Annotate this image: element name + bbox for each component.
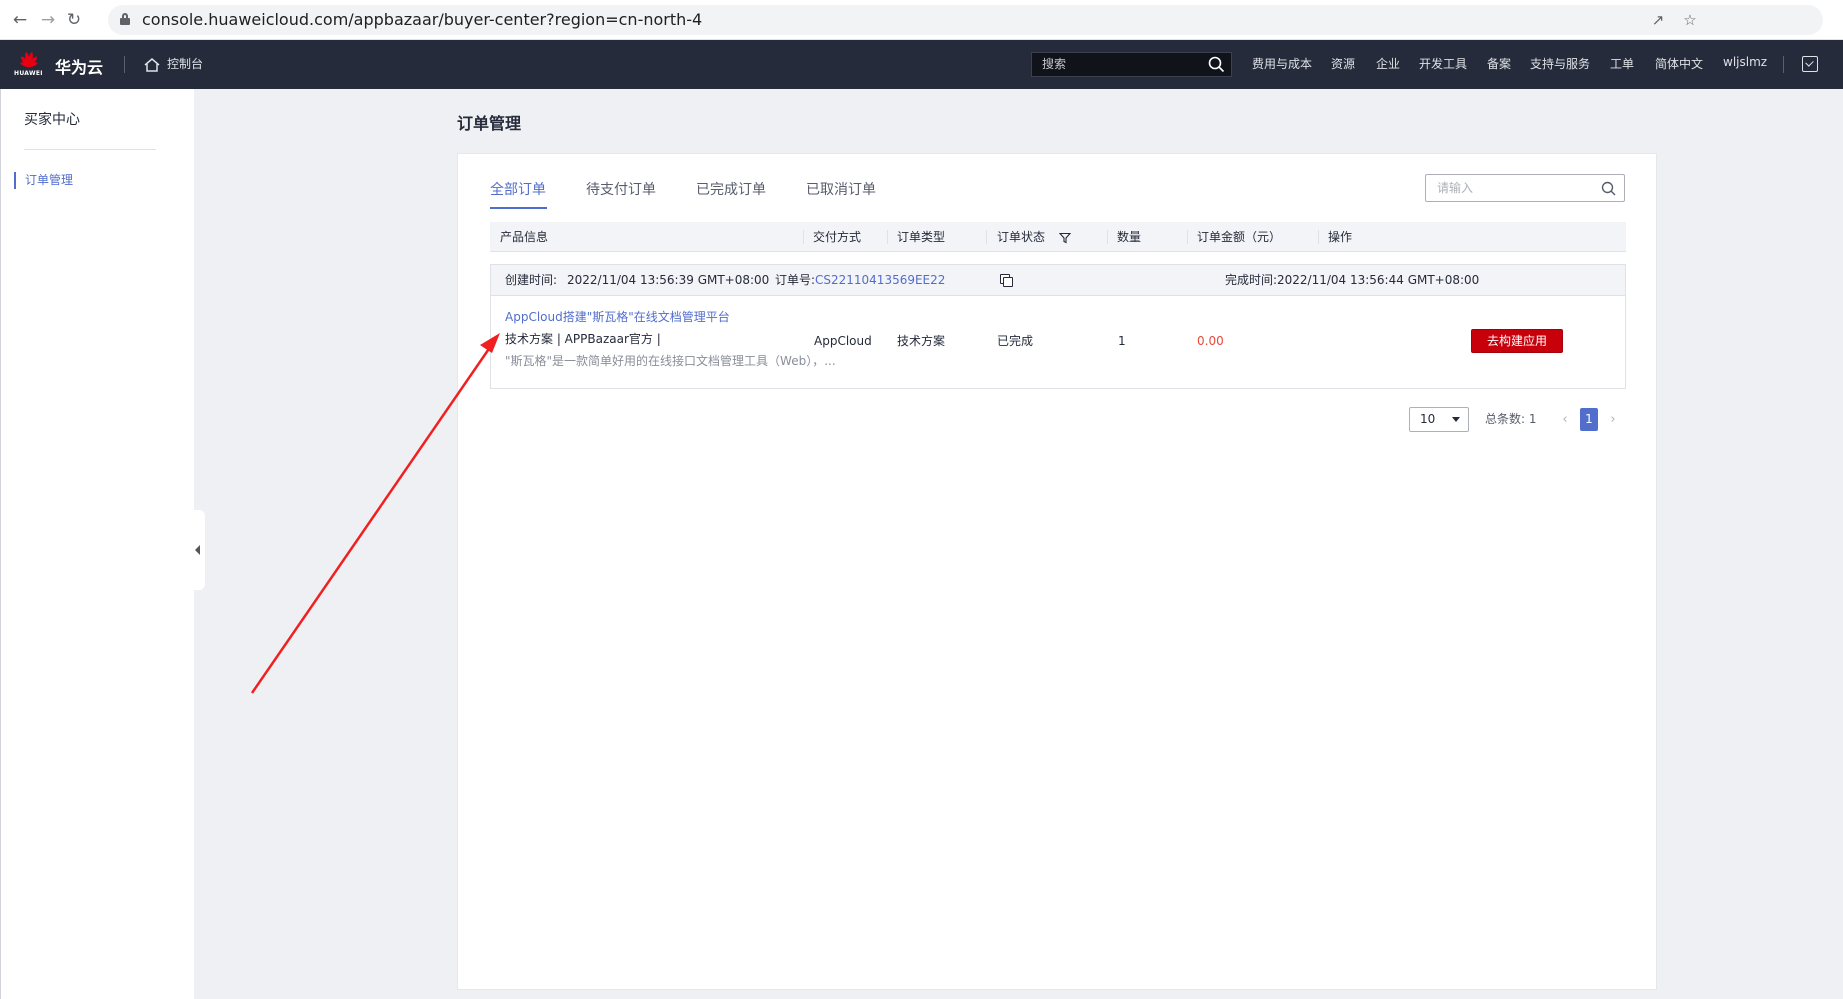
active-tab-indicator: [490, 207, 547, 209]
product-description: "斯瓦格"是一款简单好用的在线接口文档管理工具（Web），...: [505, 354, 836, 368]
logo-text[interactable]: 华为云: [55, 54, 103, 78]
tab-cancelled[interactable]: 已取消订单: [806, 180, 876, 200]
copy-icon[interactable]: [1000, 274, 1014, 288]
forward-icon[interactable]: →: [38, 10, 58, 30]
url-text: console.huaweicloud.com/appbazaar/buyer-…: [142, 10, 703, 29]
column-divider: [887, 230, 888, 244]
order-quantity: 1: [1118, 334, 1126, 348]
order-search-input[interactable]: [1427, 176, 1587, 200]
filter-icon[interactable]: [1059, 232, 1072, 244]
header-divider: [1783, 56, 1784, 73]
message-icon[interactable]: [1802, 56, 1818, 72]
chevron-left-icon: [195, 545, 200, 555]
nav-enterprise[interactable]: 企业: [1376, 54, 1400, 74]
chevron-right-icon[interactable]: ›: [1606, 407, 1620, 432]
share-icon[interactable]: ↗: [1648, 10, 1668, 30]
page-number-current[interactable]: 1: [1580, 408, 1598, 431]
column-header-status: 订单状态: [997, 222, 1072, 252]
header-search-input[interactable]: 搜索: [1031, 52, 1232, 77]
nav-dev-tools[interactable]: 开发工具: [1419, 54, 1467, 74]
logo-word: HUAWEI: [14, 70, 43, 77]
order-no-label: 订单号:: [775, 273, 816, 287]
build-app-button[interactable]: 去构建应用: [1471, 329, 1563, 353]
tab-pending-payment[interactable]: 待支付订单: [586, 180, 656, 200]
browser-toolbar: ← → ↻ console.huaweicloud.com/appbazaar/…: [0, 0, 1843, 40]
page-size-select[interactable]: 10: [1409, 407, 1469, 432]
nav-username[interactable]: wljslmz: [1723, 52, 1767, 72]
nav-support[interactable]: 支持与服务: [1530, 54, 1590, 74]
lock-icon: [120, 13, 130, 25]
column-header-product: 产品信息: [500, 230, 549, 244]
column-header-amount: 订单金额（元）: [1197, 230, 1282, 244]
column-divider: [1318, 230, 1319, 244]
orders-card: 全部订单 待支付订单 已完成订单 已取消订单 产品信息 交付方式 订单类型 订单…: [457, 153, 1657, 990]
caret-down-icon: [1452, 417, 1460, 422]
console-label: 控制台: [167, 57, 204, 71]
sidebar-item-order-management[interactable]: 订单管理: [14, 172, 73, 189]
console-link[interactable]: 控制台: [143, 54, 203, 74]
order-status: 已完成: [997, 334, 1034, 348]
nav-tickets[interactable]: 工单: [1610, 54, 1634, 74]
table-header: 产品信息 交付方式 订单类型 订单状态 数量 订单金额（元） 操作: [490, 222, 1626, 252]
nav-resources[interactable]: 资源: [1331, 54, 1355, 74]
address-bar[interactable]: console.huaweicloud.com/appbazaar/buyer-…: [108, 5, 1823, 35]
column-header-quantity: 数量: [1117, 230, 1142, 244]
tab-completed[interactable]: 已完成订单: [696, 180, 766, 200]
tab-all-orders[interactable]: 全部订单: [490, 180, 546, 200]
total-count: 总条数: 1: [1485, 407, 1537, 432]
top-header: HUAWEI 华为云 控制台 搜索 费用与成本 资源 企业 开发工具 备案 支持…: [0, 40, 1843, 89]
product-meta: 技术方案 | APPBazaar官方 |: [505, 332, 661, 346]
column-divider: [1107, 230, 1108, 244]
bookmark-star-icon[interactable]: ☆: [1680, 10, 1700, 30]
column-header-action: 操作: [1328, 230, 1353, 244]
column-header-type: 订单类型: [897, 230, 946, 244]
column-divider: [1187, 230, 1188, 244]
nav-filing[interactable]: 备案: [1487, 54, 1511, 74]
created-time: 2022/11/04 13:56:39 GMT+08:00: [567, 273, 770, 287]
order-type: 技术方案: [897, 334, 946, 348]
header-divider: [124, 56, 125, 73]
header-search-placeholder: 搜索: [1042, 57, 1067, 71]
product-name-link[interactable]: AppCloud搭建"斯瓦格"在线文档管理平台: [505, 309, 730, 326]
search-icon[interactable]: [1208, 56, 1225, 73]
column-divider: [986, 230, 987, 244]
page-title: 订单管理: [457, 114, 522, 133]
search-icon[interactable]: [1601, 181, 1616, 196]
total-label: 总条数:: [1485, 412, 1526, 426]
back-icon[interactable]: ←: [10, 10, 30, 30]
column-divider: [803, 230, 804, 244]
completed-time: 2022/11/04 13:56:44 GMT+08:00: [1277, 273, 1480, 287]
order-search-box[interactable]: [1425, 174, 1625, 202]
huawei-logo-icon: [20, 52, 38, 68]
column-header-delivery: 交付方式: [813, 230, 862, 244]
order-number-link[interactable]: CS22110413569EE22: [815, 265, 945, 296]
sidebar-divider: [24, 149, 156, 150]
home-icon: [144, 57, 160, 72]
created-label: 创建时间:: [505, 273, 558, 287]
left-sidebar: 买家中心 订单管理: [0, 89, 194, 999]
total-value: 1: [1528, 412, 1537, 426]
sidebar-title: 买家中心: [24, 112, 80, 128]
delivery-method: AppCloud: [814, 334, 872, 348]
column-header-status-label: 订单状态: [997, 230, 1046, 244]
order-row-group: 创建时间: 2022/11/04 13:56:39 GMT+08:00 订单号:…: [490, 264, 1626, 389]
nav-language[interactable]: 简体中文: [1655, 54, 1703, 74]
completed-label: 完成时间:: [1225, 273, 1278, 287]
sidebar-collapse-handle[interactable]: [192, 510, 205, 590]
order-group-header: 创建时间: 2022/11/04 13:56:39 GMT+08:00 订单号:…: [491, 265, 1625, 296]
nav-billing[interactable]: 费用与成本: [1252, 54, 1312, 74]
reload-icon[interactable]: ↻: [64, 10, 84, 30]
chevron-left-icon[interactable]: ‹: [1558, 407, 1572, 432]
order-amount: 0.00: [1197, 334, 1224, 348]
page-size-value: 10: [1420, 412, 1436, 426]
